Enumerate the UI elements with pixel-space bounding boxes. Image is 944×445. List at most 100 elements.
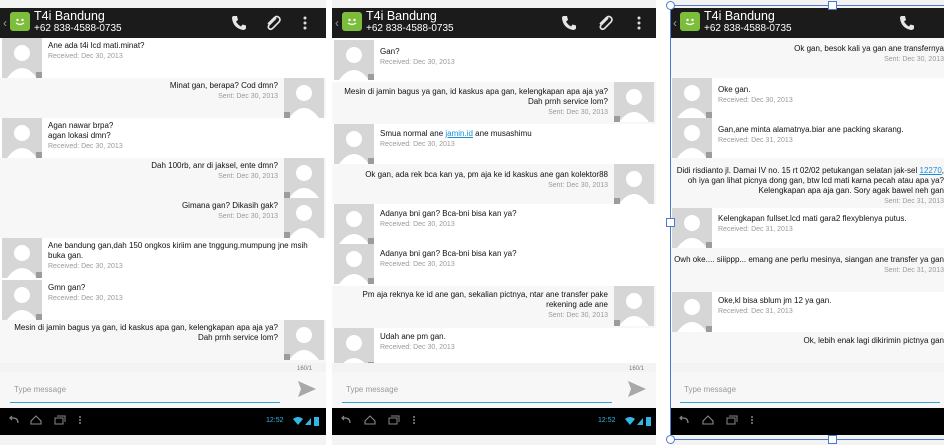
home-icon[interactable] bbox=[30, 415, 42, 425]
avatar bbox=[334, 328, 374, 363]
message-link[interactable]: 12270 bbox=[920, 166, 942, 175]
avatar bbox=[614, 164, 654, 204]
message-input[interactable]: Type message bbox=[680, 382, 940, 403]
back-chevron-icon[interactable]: ‹ bbox=[673, 16, 677, 30]
message-item[interactable]: Owh oke.... siiippp... emang ane perlu m… bbox=[670, 248, 944, 293]
message-link[interactable]: jamin.id bbox=[445, 129, 473, 138]
message-text: Adanya bni gan? Bca-bni bisa kan ya? Rece… bbox=[380, 249, 648, 270]
avatar bbox=[334, 244, 374, 284]
message-meta: Sent: Dec 30, 2013 bbox=[548, 312, 608, 319]
avatar bbox=[284, 158, 324, 198]
send-icon[interactable] bbox=[297, 380, 317, 398]
resize-handle-bottom-middle[interactable] bbox=[828, 435, 837, 444]
phone-call-icon[interactable] bbox=[898, 14, 916, 32]
overflow-menu-icon[interactable] bbox=[302, 14, 308, 32]
resize-handle-bottom-left[interactable] bbox=[666, 435, 675, 444]
message-meta: Received: Dec 30, 2013 bbox=[380, 141, 455, 148]
message-item[interactable]: Gan,ane minta alamatnya.biar ane packing… bbox=[670, 118, 944, 159]
phone-screen-2: ‹ T4i Bandung +62 838-4588-0735 Gan? Rece… bbox=[332, 0, 656, 445]
message-item[interactable]: Smua normal ane jamin.id ane musashimu Re… bbox=[332, 124, 656, 165]
message-list[interactable]: Ok gan, besok kali ya gan ane transferny… bbox=[670, 38, 944, 363]
selection-frame-top bbox=[670, 5, 944, 6]
resize-handle-top-left[interactable] bbox=[666, 1, 675, 10]
message-item[interactable]: Mesin di jamin bagus ya gan, id kaskus a… bbox=[332, 82, 656, 125]
phone-call-icon[interactable] bbox=[560, 14, 578, 32]
message-item[interactable]: Didi risdianto jl. Damai IV no. 15 rt 02… bbox=[670, 158, 944, 209]
message-item[interactable]: Gan? Received: Dec 30, 2013 bbox=[332, 38, 656, 83]
message-meta: Sent: Dec 30, 2013 bbox=[884, 56, 944, 63]
back-chevron-icon[interactable]: ‹ bbox=[3, 16, 7, 30]
message-item[interactable]: Minat gan, berapa? Cod dmn? Sent: Dec 30,… bbox=[0, 78, 326, 119]
message-input[interactable]: Type message bbox=[342, 382, 612, 403]
message-item[interactable]: Adanya bni gan? Bca-bni bisa kan ya? Rece… bbox=[332, 244, 656, 287]
message-meta: Received: Dec 30, 2013 bbox=[380, 59, 455, 66]
message-meta: Sent: Dec 30, 2013 bbox=[218, 213, 278, 220]
message-meta: Received: Dec 30, 2013 bbox=[718, 97, 793, 104]
back-icon[interactable] bbox=[678, 415, 690, 425]
message-item[interactable]: Adanya bni gan? Bca-bni bisa kan ya? Rece… bbox=[332, 204, 656, 245]
contact-number: +62 838-4588-0735 bbox=[704, 23, 792, 34]
resize-handle-middle-left[interactable] bbox=[666, 218, 675, 227]
avatar bbox=[334, 124, 374, 164]
phone-screen-1: ‹ T4i Bandung +62 838-4588-0735 Ane ada … bbox=[0, 0, 326, 445]
message-meta: Received: Dec 31, 2013 bbox=[718, 226, 793, 233]
contact-name: T4i Bandung bbox=[704, 9, 775, 23]
system-nav-bar: 12:52 bbox=[0, 408, 326, 435]
home-icon[interactable] bbox=[364, 415, 376, 425]
messaging-app-icon[interactable] bbox=[680, 12, 700, 31]
message-text: Mesin di jamin bagus ya gan, id kaskus a… bbox=[14, 323, 278, 342]
home-icon[interactable] bbox=[702, 415, 714, 425]
status-clock: 12:52 bbox=[598, 417, 616, 424]
message-item[interactable]: Ok gan, besok kali ya gan ane transferny… bbox=[670, 38, 944, 79]
recent-apps-icon[interactable] bbox=[726, 415, 738, 425]
resize-handle-top-middle[interactable] bbox=[828, 1, 837, 10]
recent-apps-icon[interactable] bbox=[54, 415, 66, 425]
message-list[interactable]: Gan? Received: Dec 30, 2013 Mesin di jami… bbox=[332, 38, 656, 363]
menu-dots-icon[interactable] bbox=[412, 415, 416, 425]
message-item[interactable]: Gimana gan? Dikasih gak? Sent: Dec 30, 20… bbox=[0, 198, 326, 239]
message-list[interactable]: Ane ada t4i lcd mati.minat? Received: Dec… bbox=[0, 38, 326, 363]
message-item[interactable]: Kelengkapan fullset.lcd mati gara2 flexy… bbox=[670, 208, 944, 249]
message-text: Gan? Received: Dec 30, 2013 bbox=[380, 47, 648, 68]
message-item[interactable]: Oke gan. Received: Dec 30, 2013 bbox=[670, 78, 944, 119]
message-meta: Received: Dec 30, 2013 bbox=[48, 295, 123, 302]
message-item[interactable]: Dah 100rb, anr di jaksel, ente dmn? Sent:… bbox=[0, 158, 326, 199]
message-text: Ok gan, besok kali ya gan ane transferny… bbox=[674, 44, 944, 65]
message-text: Didi risdianto jl. Damai IV no. 15 rt 02… bbox=[674, 166, 944, 207]
back-icon[interactable] bbox=[340, 415, 352, 425]
message-meta: Received: Dec 30, 2013 bbox=[48, 143, 123, 150]
message-item[interactable]: Pm aja reknya ke id ane gan, sekalian pi… bbox=[332, 286, 656, 329]
message-item[interactable]: Udah ane pm gan. Received: Dec 30, 2013 bbox=[332, 328, 656, 363]
message-input[interactable]: Type message bbox=[10, 382, 280, 403]
menu-dots-icon[interactable] bbox=[78, 415, 82, 425]
message-item[interactable]: Oke,kl bisa sblum jm 12 ya gan. Received:… bbox=[670, 292, 944, 333]
recent-apps-icon[interactable] bbox=[388, 415, 400, 425]
back-chevron-icon[interactable]: ‹ bbox=[335, 16, 339, 30]
message-item[interactable]: Ok, lebih enak lagi dikirimin pictnya ga… bbox=[670, 332, 944, 363]
messaging-app-icon[interactable] bbox=[10, 12, 30, 31]
attach-paperclip-icon[interactable] bbox=[596, 14, 614, 32]
message-item[interactable]: Ane bandung gan,dah 150 ongkos kiriim an… bbox=[0, 238, 326, 281]
send-icon[interactable] bbox=[627, 380, 647, 398]
signal-wifi-battery-icon bbox=[625, 417, 651, 426]
avatar bbox=[2, 238, 42, 278]
phone-call-icon[interactable] bbox=[230, 14, 248, 32]
attach-paperclip-icon[interactable] bbox=[264, 14, 282, 32]
message-item[interactable]: Ok gan, ada rek bca kan ya, pm aja ke id… bbox=[332, 164, 656, 205]
back-icon[interactable] bbox=[8, 415, 20, 425]
message-item[interactable]: Ane ada t4i lcd mati.minat? Received: Dec… bbox=[0, 38, 326, 79]
menu-dots-icon[interactable] bbox=[750, 415, 754, 425]
message-text: Pm aja reknya ke id ane gan, sekalian pi… bbox=[340, 290, 608, 321]
message-item[interactable]: Mesin di jamin bagus ya gan, id kaskus a… bbox=[0, 320, 326, 363]
message-meta: Sent: Dec 30, 2013 bbox=[548, 109, 608, 116]
messaging-app-icon[interactable] bbox=[342, 12, 362, 31]
message-meta: Sent: Dec 30, 2013 bbox=[548, 182, 608, 189]
message-text: Dah 100rb, anr di jaksel, ente dmn? Sent:… bbox=[8, 161, 278, 182]
message-text: Minat gan, berapa? Cod dmn? Sent: Dec 30,… bbox=[8, 81, 278, 102]
message-text: Ok gan, ada rek bca kan ya, pm aja ke id… bbox=[340, 170, 608, 191]
message-item[interactable]: Agan nawar brpa? agan lokasi dmn? Receive… bbox=[0, 118, 326, 159]
message-text: Ane bandung gan,dah 150 ongkos kiriim an… bbox=[48, 241, 318, 272]
compose-area: Type message bbox=[0, 372, 326, 408]
message-item[interactable]: Gmn gan? Received: Dec 30, 2013 bbox=[0, 280, 326, 321]
overflow-menu-icon[interactable] bbox=[636, 14, 642, 32]
